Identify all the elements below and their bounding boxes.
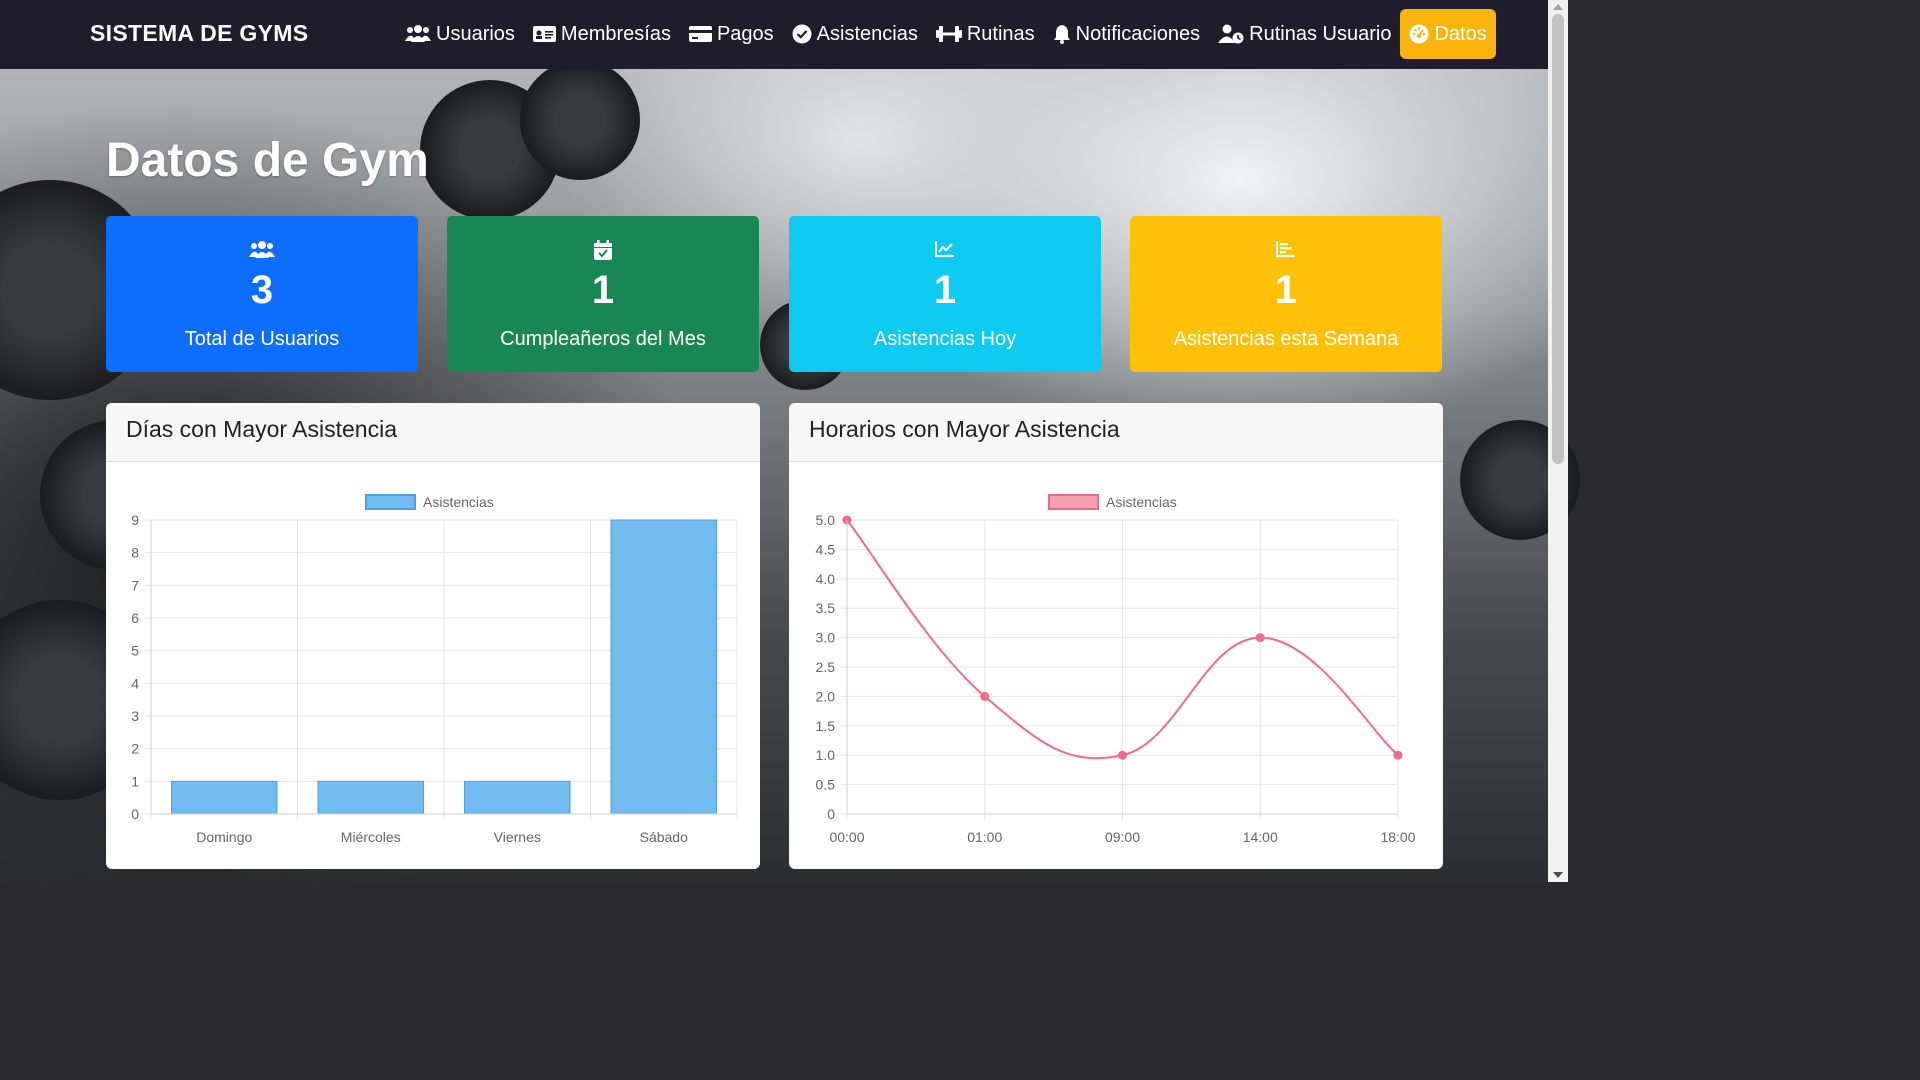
bar-chart: Asistencias 0 1 2 3 4 5 6 7 8 9 Domingo Miércoles Vie…	[131, 494, 738, 845]
stat-label: Asistencias Hoy	[873, 328, 1017, 350]
user-clock-icon	[1218, 24, 1244, 44]
y-tick-label: 2	[131, 741, 139, 757]
page-title: Datos de Gym	[106, 134, 429, 187]
top-navbar: SISTEMA DE GYMS Usuarios Membresías Pago…	[0, 0, 1548, 69]
nav-item-asistencias[interactable]: Asistencias	[783, 9, 927, 59]
x-tick-label: 09:00	[1105, 829, 1140, 845]
bar-sábado	[610, 519, 717, 815]
nav-label: Pagos	[716, 22, 774, 45]
nav-label: Rutinas	[966, 22, 1035, 45]
nav-item-membresias[interactable]: Membresías	[524, 9, 680, 59]
users-icon	[405, 24, 431, 44]
stat-value: 3	[250, 268, 274, 312]
data-point-14:00	[1255, 633, 1265, 643]
page-scrollbar[interactable]	[1548, 0, 1568, 882]
legend-label: Asistencias	[1106, 494, 1177, 510]
stat-label: Total de Usuarios	[184, 328, 340, 350]
calendar-check-icon	[447, 240, 759, 260]
y-tick-label: 1.5	[816, 718, 836, 734]
y-tick-label: 5	[131, 643, 139, 659]
nav-label: Notificaciones	[1075, 22, 1201, 45]
chart-line-icon	[789, 240, 1101, 258]
data-point-01:00	[980, 691, 990, 701]
stat-value: 1	[1274, 268, 1298, 312]
scroll-down-arrow[interactable]	[1553, 872, 1563, 878]
nav-item-notificaciones[interactable]: Notificaciones	[1044, 9, 1210, 59]
nav-label: Rutinas Usuario	[1249, 22, 1392, 45]
nav-item-datos[interactable]: Datos	[1400, 9, 1496, 59]
check-circle-icon	[792, 24, 812, 44]
credit-card-icon	[688, 25, 712, 43]
stat-label: Asistencias esta Semana	[1173, 328, 1399, 350]
y-tick-label: 0	[827, 806, 835, 822]
stat-card-total-usuarios: 3 Total de Usuarios	[106, 216, 418, 372]
data-point-09:00	[1118, 750, 1127, 760]
stat-card-asistencias-semana: 1 Asistencias esta Semana	[1130, 216, 1442, 372]
y-tick-label: 1.0	[816, 747, 836, 763]
nav-label: Membresías	[560, 22, 671, 45]
x-tick-label: 01:00	[967, 829, 1002, 845]
y-tick-label: 0	[131, 806, 139, 822]
dumbbell-icon	[935, 24, 962, 44]
y-tick-label: 4.5	[816, 541, 836, 557]
nav-item-rutinas[interactable]: Rutinas	[927, 9, 1044, 59]
bell-icon	[1053, 24, 1071, 44]
y-tick-label: 1	[131, 773, 139, 789]
y-tick-label: 2.0	[816, 688, 836, 704]
chart-legend: Asistencias	[1048, 494, 1177, 510]
y-tick-label: 2.5	[816, 659, 836, 675]
panel-horarios-asistencia: Horarios con Mayor Asistencia Asistencia…	[789, 403, 1443, 869]
x-tick-label: 14:00	[1243, 829, 1278, 845]
legend-swatch	[365, 494, 416, 510]
x-tick-label: Viernes	[494, 829, 541, 845]
x-tick-label: 00:00	[829, 829, 864, 845]
x-tick-label: Domingo	[196, 829, 252, 845]
y-tick-label: 4	[131, 675, 139, 691]
y-tick-label: 0.5	[816, 777, 836, 793]
stat-card-asistencias-hoy: 1 Asistencias Hoy	[789, 216, 1101, 372]
legend-swatch	[1048, 494, 1099, 510]
chart-bar-icon	[1130, 240, 1442, 258]
gauge-icon	[1409, 24, 1429, 44]
y-tick-label: 3.5	[816, 600, 836, 616]
x-tick-label: Sábado	[640, 829, 688, 845]
panel-title: Días con Mayor Asistencia	[106, 403, 760, 462]
nav-item-usuarios[interactable]: Usuarios	[396, 9, 524, 59]
y-tick-label: 6	[131, 610, 139, 626]
nav-label: Asistencias	[816, 22, 918, 45]
stat-card-cumpleaneros: 1 Cumpleañeros del Mes	[447, 216, 759, 372]
data-point-18:00	[1393, 750, 1403, 760]
y-tick-label: 3.0	[816, 630, 836, 646]
x-tick-label: Miércoles	[341, 829, 401, 845]
nav-item-pagos[interactable]: Pagos	[680, 9, 783, 59]
bar-viernes	[464, 780, 571, 815]
panel-dias-asistencia: Días con Mayor Asistencia Asistencias 0 1 2…	[106, 403, 760, 869]
y-tick-label: 4.0	[816, 571, 836, 587]
legend-label: Asistencias	[423, 494, 494, 510]
stat-value: 1	[591, 268, 615, 312]
scrollbar-thumb[interactable]	[1552, 14, 1564, 464]
line-chart: Asistencias 0 0.5 1.0 1.5 2.0 2.5 3.0 3.5 4.0 4.5 5…	[816, 494, 1416, 845]
y-tick-label: 3	[131, 708, 139, 724]
brand-logo[interactable]: SISTEMA DE GYMS	[90, 20, 308, 47]
y-tick-label: 7	[131, 577, 139, 593]
nav-menu: Usuarios Membresías Pagos Asistencias Ru…	[396, 9, 1496, 59]
nav-label: Datos	[1434, 22, 1487, 45]
bar-miércoles	[317, 780, 424, 815]
scroll-up-arrow[interactable]	[1553, 4, 1563, 10]
users-icon	[106, 240, 418, 260]
y-tick-label: 8	[131, 545, 139, 561]
x-tick-label: 18:00	[1380, 829, 1415, 845]
stat-value: 1	[933, 268, 957, 312]
y-tick-label: 9	[131, 512, 139, 528]
panel-title: Horarios con Mayor Asistencia	[789, 403, 1443, 462]
id-card-icon	[532, 25, 556, 43]
chart-legend: Asistencias	[365, 494, 494, 510]
nav-item-rutinas-usuario[interactable]: Rutinas Usuario	[1209, 9, 1400, 59]
y-tick-label: 5.0	[816, 512, 836, 528]
bar-domingo	[171, 780, 278, 815]
stat-label: Cumpleañeros del Mes	[500, 328, 706, 350]
nav-label: Usuarios	[436, 22, 515, 45]
